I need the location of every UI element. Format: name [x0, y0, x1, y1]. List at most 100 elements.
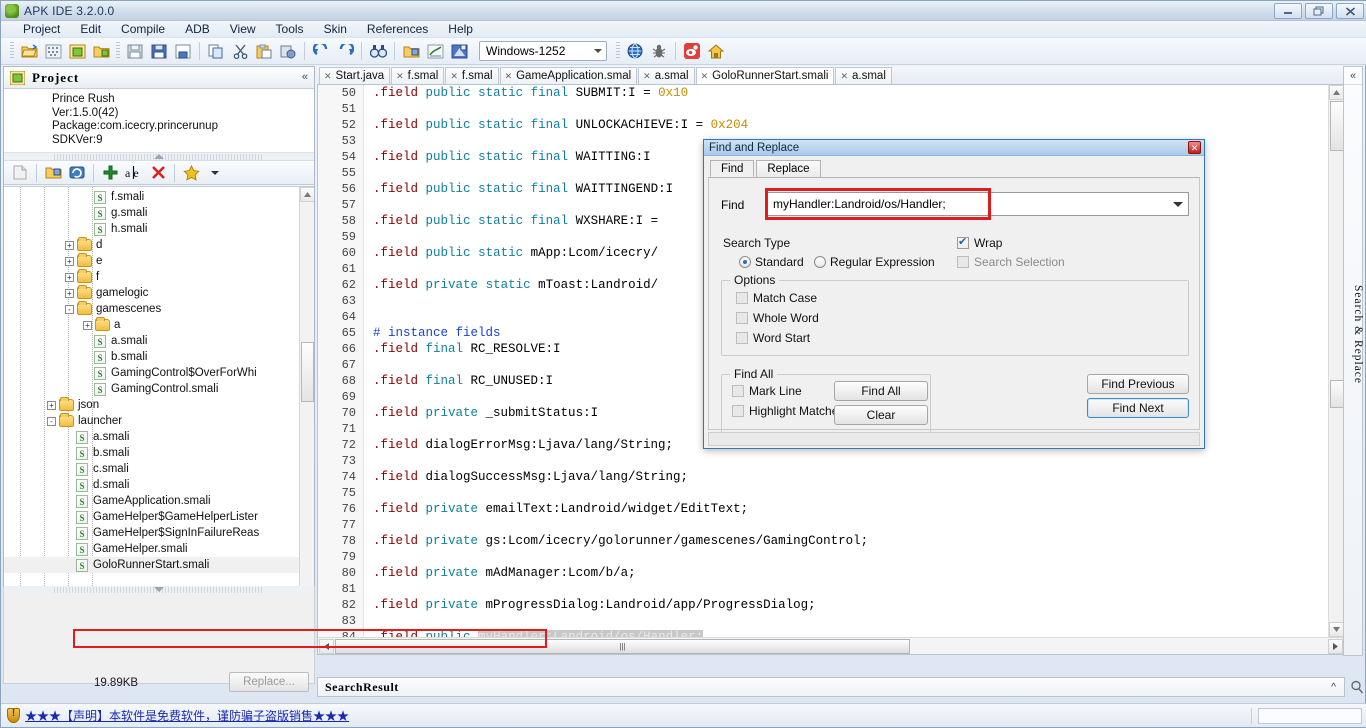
export-folder-icon[interactable]	[90, 40, 112, 62]
close-icon[interactable]: ✕	[643, 71, 651, 82]
magnifier-icon[interactable]	[1349, 677, 1365, 697]
search-replace-dock-label[interactable]: Search & Replace	[1344, 285, 1364, 384]
cut-icon[interactable]	[229, 40, 251, 62]
menu-tools[interactable]: Tools	[266, 21, 314, 37]
tree-node[interactable]: S GameHelper$SignInFailureReas	[4, 525, 300, 541]
weibo-icon[interactable]	[681, 40, 703, 62]
replace-button[interactable]: Replace...	[229, 672, 309, 692]
find-all-button[interactable]: Find All	[834, 381, 928, 401]
tree-node[interactable]: S GameHelper.smali	[4, 541, 300, 557]
radio-standard[interactable]: Standard	[739, 255, 804, 269]
code-line[interactable]: .field private gs:Lcom/icecry/golorunner…	[364, 533, 1328, 549]
toolbar-grip[interactable]	[10, 42, 14, 60]
tree-node[interactable]: S GoloRunnerStart.smali	[4, 557, 300, 573]
clear-button[interactable]: Clear	[834, 405, 928, 425]
checkbox-mark-line[interactable]: Mark Line	[732, 384, 802, 398]
menu-project[interactable]: Project	[13, 21, 70, 37]
toolbar-grip-2[interactable]	[116, 42, 120, 60]
tree-node[interactable]: + f	[4, 269, 300, 285]
close-icon[interactable]: ✕	[840, 71, 848, 82]
find-combo[interactable]	[765, 192, 1189, 216]
debug-bug-icon[interactable]	[648, 40, 670, 62]
triangle-down-icon[interactable]	[154, 587, 164, 592]
close-icon[interactable]: ✕	[505, 71, 513, 82]
checkbox-match-case[interactable]: Match Case	[736, 291, 817, 305]
tree-node[interactable]: S GameApplication.smali	[4, 493, 300, 509]
tree-vertical-scrollbar[interactable]	[299, 187, 314, 624]
close-button[interactable]	[1336, 3, 1364, 19]
editor-tab[interactable]: ✕ a.smal	[835, 67, 892, 84]
editor-tab[interactable]: ✕ GameApplication.smal	[499, 67, 638, 84]
editor-tab[interactable]: ✕ a.smal	[638, 67, 695, 84]
chevron-down-icon[interactable]	[1173, 202, 1183, 207]
new-project-icon[interactable]	[42, 40, 64, 62]
rename-icon[interactable]: a e	[123, 162, 145, 184]
checkbox-highlight-matches[interactable]: Highlight Matches	[732, 404, 844, 418]
encoding-select[interactable]: Windows-1252	[479, 41, 607, 61]
code-line[interactable]: .field public static final SUBMIT:I = 0x…	[364, 85, 1328, 101]
tree-node[interactable]: Sd.smali	[4, 477, 300, 493]
find-previous-button[interactable]: Find Previous	[1087, 374, 1189, 394]
tree-node[interactable]: Sb.smali	[4, 445, 300, 461]
code-line[interactable]: .field private mAdManager:Lcom/b/a;	[364, 565, 1328, 581]
menu-edit[interactable]: Edit	[70, 21, 111, 37]
tree-node[interactable]: + a	[4, 317, 300, 333]
search-result-bar[interactable]: SearchResult ^	[317, 677, 1345, 697]
close-icon[interactable]: ✕	[701, 71, 709, 82]
tree-node[interactable]: + json	[4, 397, 300, 413]
expand-icon[interactable]: +	[65, 240, 74, 250]
minimize-button[interactable]	[1274, 3, 1302, 19]
tree-node[interactable]: - gamescenes	[4, 301, 300, 317]
open-folder-icon[interactable]	[18, 40, 40, 62]
home-icon[interactable]	[705, 40, 727, 62]
dropdown-arrow-icon[interactable]	[204, 162, 226, 184]
save-icon[interactable]	[124, 40, 146, 62]
code-line[interactable]	[364, 517, 1328, 533]
chevron-up-icon[interactable]: ^	[1331, 682, 1336, 693]
scroll-thumb[interactable]	[1330, 101, 1344, 151]
find-next-button[interactable]: Find Next	[1087, 398, 1189, 418]
checkbox-search-selection[interactable]: Search Selection	[957, 255, 1065, 269]
tree-node[interactable]: + d	[4, 237, 300, 253]
add-plus-icon[interactable]	[99, 162, 121, 184]
editor-tab[interactable]: ✕ f.smal	[445, 67, 499, 84]
menu-references[interactable]: References	[357, 21, 438, 37]
expand-icon[interactable]: +	[65, 288, 74, 298]
scroll-thumb[interactable]	[301, 342, 314, 402]
tree-node[interactable]: - launcher	[4, 413, 300, 429]
tree-node[interactable]: Sb.smali	[4, 349, 300, 365]
code-line[interactable]	[364, 485, 1328, 501]
tab-replace[interactable]: Replace	[756, 160, 821, 177]
tree-node[interactable]: Sa.smali	[4, 333, 300, 349]
menu-help[interactable]: Help	[438, 21, 483, 37]
menu-view[interactable]: View	[220, 21, 266, 37]
checkbox-wrap[interactable]: Wrap	[957, 235, 1002, 250]
tab-find[interactable]: Find	[710, 160, 755, 177]
find-binoculars-icon[interactable]	[367, 40, 389, 62]
code-line[interactable]	[364, 453, 1328, 469]
scroll-up-icon[interactable]	[300, 187, 314, 202]
delete-x-icon[interactable]	[147, 162, 169, 184]
tree-node[interactable]: + gamelogic	[4, 285, 300, 301]
code-line[interactable]	[364, 613, 1328, 629]
tree-node[interactable]: Sh.smali	[4, 221, 300, 237]
collapse-icon[interactable]: -	[65, 304, 74, 314]
import-icon[interactable]	[66, 40, 88, 62]
expand-icon[interactable]: +	[65, 272, 74, 282]
tree-node[interactable]: Sf.smali	[4, 189, 300, 205]
status-message[interactable]: ★★★【声明】本软件是免费软件，谨防骗子盗版销售★★★	[25, 707, 349, 724]
editor-vertical-scrollbar[interactable]	[1328, 85, 1344, 637]
editor-tab[interactable]: ✕ f.smal	[391, 67, 445, 84]
tree-node[interactable]: Sg.smali	[4, 205, 300, 221]
maximize-button[interactable]	[1305, 3, 1333, 19]
save-as-icon[interactable]	[172, 40, 194, 62]
chevron-double-left-icon[interactable]: «	[302, 71, 308, 83]
tree-node[interactable]: Sc.smali	[4, 461, 300, 477]
close-icon[interactable]: ✕	[1188, 141, 1201, 154]
triangle-up-icon[interactable]	[154, 153, 164, 159]
scroll-thumb-secondary[interactable]	[1330, 380, 1344, 408]
help-globe-icon[interactable]	[624, 40, 646, 62]
code-line[interactable]: .field dialogSuccessMsg:Ljava/lang/Strin…	[364, 469, 1328, 485]
install-apk-icon[interactable]	[448, 40, 470, 62]
sign-apk-icon[interactable]	[424, 40, 446, 62]
